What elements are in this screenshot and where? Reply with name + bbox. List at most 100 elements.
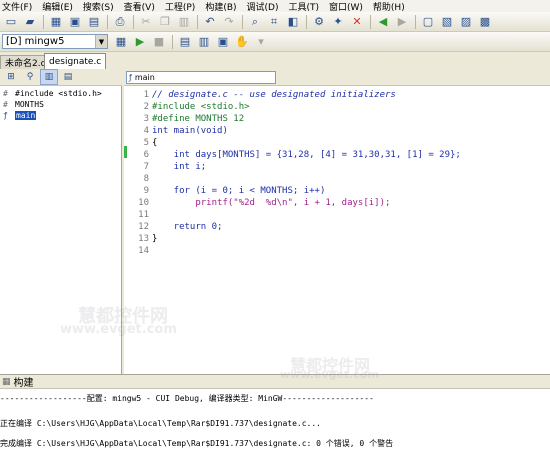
line-text: int main(void) [152,126,228,136]
class-view-icon[interactable]: ⚲ [21,69,39,85]
define-icon: # [3,100,8,109]
line-text: { [152,138,158,148]
toolbar-separator [306,14,307,29]
window-icon[interactable]: ▢ [419,14,437,30]
forward-icon[interactable]: ▶ [393,14,411,30]
line-number: 14 [138,246,149,256]
tree-item-months[interactable]: # MONTHS [0,99,121,110]
debug-icon[interactable]: ✕ [348,14,366,30]
tree-item-main[interactable]: ƒ main [0,110,121,121]
code-area[interactable]: 1// designate.c -- use designated initia… [124,89,550,257]
new-file-icon[interactable]: ▭ [2,14,20,30]
resource-view-icon[interactable]: ▤ [59,69,77,85]
build-config-icon[interactable]: ▦ [112,34,130,50]
menu-file[interactable]: 文件(F) [0,0,40,13]
line-number: 2 [143,102,149,112]
line-number: 6 [143,150,149,160]
stop-icon[interactable]: ■ [150,34,168,50]
menu-bar: 文件(F) 编辑(E) 搜索(S) 查看(V) 工程(P) 构建(B) 调试(D… [0,0,550,12]
toolbar-separator [107,14,108,29]
chevron-down-icon[interactable]: ▼ [95,35,107,48]
tab-label: designate.c [49,56,102,67]
back-icon[interactable]: ◀ [374,14,392,30]
undo-icon[interactable]: ↶ [201,14,219,30]
line-number: 12 [138,222,149,232]
expand-icon[interactable]: ⊞ [2,69,20,85]
line-number: 7 [143,162,149,172]
code-line: 6 int days[MONTHS] = {31,28, [4] = 31,30… [124,149,550,161]
code-line: 4 int main(void) [124,125,550,137]
code-line: 1// designate.c -- use designated initia… [124,89,550,101]
hand-icon[interactable]: ✋ [233,34,251,50]
compile-icon[interactable]: ⚙ [310,14,328,30]
step-over-icon[interactable]: ▣ [214,34,232,50]
line-text: printf("%2d %d\n", i + 1, days[i]); [152,198,391,208]
build-panel-header: ▦ 构建 [0,374,550,389]
new-project-icon[interactable]: ▦ [47,14,65,30]
editor-tabs: designate.c [44,53,124,69]
menu-view[interactable]: 查看(V) [122,0,163,13]
output-line: 正在编译 C:\Users\HJG\AppData\Local\Temp\Rar… [0,419,321,428]
main-toolbar: ▭ ▰ ▦ ▣ ▤ ⎙ ✂ ❐ ▥ ↶ ↷ ⌕ ⌗ ◧ ⚙ ✦ ✕ ◀ ▶ ▢ … [0,12,550,32]
settings-icon[interactable]: ✦ [329,14,347,30]
cascade-icon[interactable]: ▨ [457,14,475,30]
cut-icon[interactable]: ✂ [137,14,155,30]
run-icon[interactable]: ▶ [131,34,149,50]
menu-debug[interactable]: 调试(D) [245,0,287,13]
line-number: 8 [143,174,149,184]
menu-tools[interactable]: 工具(T) [286,0,327,13]
code-line: 11 [124,209,550,221]
code-line: 9 for (i = 0; i < MONTHS; i++) [124,185,550,197]
bookmark-icon[interactable]: ◧ [284,14,302,30]
build-panel-icon: ▦ [2,376,11,387]
line-number: 4 [143,126,149,136]
line-text: #define MONTHS 12 [152,114,245,124]
open-folder-icon[interactable]: ▰ [21,14,39,30]
code-editor[interactable]: 1// designate.c -- use designated initia… [124,86,550,374]
step-icon[interactable]: ▤ [176,34,194,50]
build-output[interactable]: ------------------配置: mingw5 - CUI Debug… [0,389,550,461]
left-panel-toolbar: ⊞ ⚲ ▥ ▤ [0,69,122,86]
step-into-icon[interactable]: ▥ [195,34,213,50]
menu-search[interactable]: 搜索(S) [81,0,122,13]
paste-icon[interactable]: ▥ [175,14,193,30]
copy-icon[interactable]: ❐ [156,14,174,30]
menu-edit[interactable]: 编辑(E) [40,0,81,13]
save-all-icon[interactable]: ▤ [85,14,103,30]
menu-build[interactable]: 构建(B) [203,0,244,13]
help-icon[interactable]: ▩ [476,14,494,30]
tile-icon[interactable]: ▧ [438,14,456,30]
function-select-value: main [134,73,155,82]
menu-help[interactable]: 帮助(H) [371,0,413,13]
tab-designate-c[interactable]: designate.c [44,53,107,69]
line-number: 9 [143,186,149,196]
line-number: 1 [143,90,149,100]
menu-window[interactable]: 窗口(W) [327,0,371,13]
find-icon[interactable]: ⌕ [246,14,264,30]
toolbar-separator [172,34,173,49]
code-line: 7 int i; [124,161,550,173]
line-text: #include <stdio.h> [152,102,250,112]
compiler-select-value: [D] mingw5 [6,36,65,47]
save-icon[interactable]: ▣ [66,14,84,30]
toolbar-separator [370,14,371,29]
line-text: int i; [152,162,207,172]
code-line: 2 #include <stdio.h> [124,101,550,113]
tree-item-include[interactable]: # #include <stdio.h> [0,88,121,99]
code-line: 14 [124,245,550,257]
function-bar: ƒ main [124,70,550,86]
find-replace-icon[interactable]: ⌗ [265,14,283,30]
tree-item-label: MONTHS [15,100,44,109]
line-number: 13 [138,234,149,244]
print-icon[interactable]: ⎙ [111,14,129,30]
file-view-icon[interactable]: ▥ [40,69,58,85]
function-icon: ƒ [129,73,132,82]
ide-window: 文件(F) 编辑(E) 搜索(S) 查看(V) 工程(P) 构建(B) 调试(D… [0,0,550,461]
dropdown-icon[interactable]: ▾ [252,34,270,50]
menu-project[interactable]: 工程(P) [163,0,203,13]
output-line: 完成编译 C:\Users\HJG\AppData\Local\Temp\Rar… [0,439,394,448]
function-select[interactable]: ƒ main [126,71,276,84]
toolbar-separator [133,14,134,29]
redo-icon[interactable]: ↷ [220,14,238,30]
compiler-select[interactable]: [D] mingw5 ▼ [2,34,108,49]
